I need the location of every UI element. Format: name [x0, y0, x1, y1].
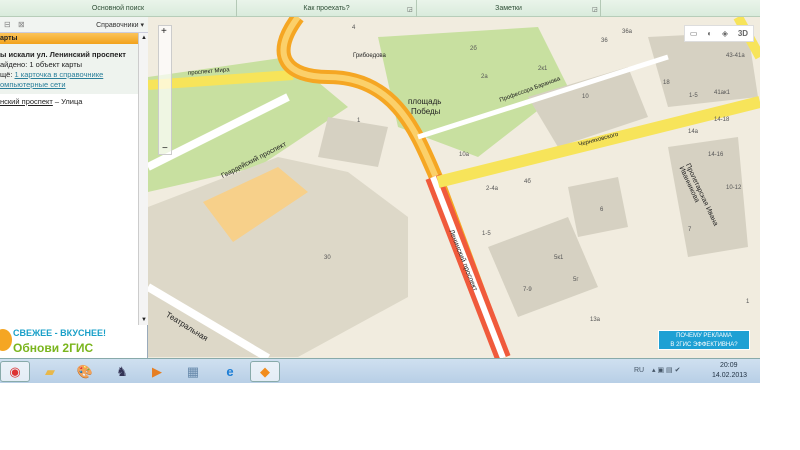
house-number: 43-41а [726, 53, 745, 59]
left-panel: ⊟ ⊠ Справочники ▾ арты ы искали ул. Лени… [0, 17, 148, 358]
language-indicator[interactable]: RU [634, 367, 644, 374]
ad-button-line1: ПОЧЕМУ РЕКЛАМА [676, 333, 732, 339]
group-launcher-icon[interactable]: ◲ [407, 6, 413, 13]
house-number: 2-4а [486, 186, 499, 192]
directories-dropdown[interactable]: Справочники ▾ [96, 21, 144, 29]
house-number: 36а [622, 29, 633, 35]
ad-button-line2: В 2ГИС ЭФФЕКТИВНА? [670, 342, 738, 348]
house-number: 36 [601, 38, 608, 44]
result-item-name[interactable]: нский проспект [0, 97, 53, 106]
house-number: 13а [590, 317, 601, 323]
house-number: 7-9 [523, 287, 532, 293]
square-label: Победы [411, 107, 441, 116]
search-query-text: ы искали ул. Ленинский проспект [0, 50, 126, 59]
result-item[interactable]: нский проспект – Улица [0, 97, 82, 106]
house-number: 14-16 [708, 152, 724, 158]
group-launcher-icon[interactable]: ◲ [592, 6, 598, 13]
house-number: 2к1 [538, 66, 548, 72]
chrome-icon: ◉ [9, 363, 21, 379]
map-canvas [148, 17, 760, 358]
calculator-taskbar-button[interactable]: ▦ [178, 361, 208, 382]
divider [600, 0, 601, 17]
also-label: щё: [0, 70, 15, 79]
scroll-down-icon[interactable]: ▼ [141, 317, 147, 323]
house-number: 18 [663, 80, 670, 86]
house-number: 10-12 [726, 185, 742, 191]
house-number: 14-18 [714, 117, 730, 123]
building [568, 177, 628, 237]
layout-icon[interactable]: ⊟ [4, 20, 11, 29]
house-number: 41ак1 [714, 90, 730, 96]
media-player-icon: ▶ [152, 363, 162, 379]
ad-banner[interactable]: СВЕЖЕЕ - ВКУСНЕЕ! Обнови 2ГИС [0, 325, 147, 358]
ribbon: Основной поиск Как проехать? ◲ Заметки ◲ [0, 0, 760, 17]
search-results-summary: ы искали ул. Ленинский проспект айдено: … [0, 44, 138, 94]
ad-effectiveness-button[interactable]: ПОЧЕМУ РЕКЛАМА В 2ГИС ЭФФЕКТИВНА? [658, 330, 750, 350]
zoom-in-button[interactable]: + [161, 26, 167, 37]
zoom-slider[interactable]: + − [158, 25, 172, 155]
2gis-icon: ◆ [260, 363, 270, 379]
tray-icons[interactable]: ▴ ▣ ▤ ✔ [652, 366, 680, 374]
directory-card-link[interactable]: 1 карточка в справочнике [15, 70, 104, 79]
app-taskbar-button[interactable]: ♞ [107, 361, 137, 382]
results-scrollbar[interactable]: ▲ ▼ [138, 33, 148, 325]
paint-icon: 🎨 [76, 363, 94, 379]
user-app-icon: ♞ [116, 363, 128, 379]
ad-line1: СВЕЖЕЕ - ВКУСНЕЕ! [13, 328, 106, 338]
zoom-out-button[interactable]: − [162, 143, 168, 154]
house-number: 10а [459, 152, 470, 158]
3d-toggle-button[interactable]: 3D [738, 29, 748, 38]
house-number: 1 [357, 118, 361, 124]
explorer-taskbar-button[interactable]: ▰ [35, 361, 65, 382]
folder-icon: ▰ [45, 363, 55, 379]
ribbon-group-route[interactable]: Как проехать? [237, 5, 416, 17]
calculator-icon: ▦ [186, 363, 200, 379]
chrome-taskbar-button[interactable]: ◉ [0, 361, 30, 382]
house-number: 4 [352, 25, 356, 31]
house-number: 2б [470, 46, 477, 52]
orange-slice-icon [0, 329, 12, 351]
building [318, 117, 388, 167]
ad-line2: Обнови 2ГИС [13, 341, 94, 355]
found-count-text: айдено: 1 объект карты [0, 60, 83, 69]
layout-split-icon[interactable]: ⊠ [18, 20, 25, 29]
house-number: 2а [481, 74, 488, 80]
layers-icon[interactable]: ◈ [722, 29, 728, 38]
ruler-icon[interactable]: ▭ [690, 29, 698, 38]
house-number: 10 [582, 94, 589, 100]
map-view[interactable]: проспект Мира Грибоедова Гвардейский про… [148, 17, 760, 358]
house-number: 6 [600, 207, 604, 213]
house-number: 4б [524, 179, 531, 185]
street-label: Грибоедова [353, 53, 386, 59]
ribbon-group-main-search[interactable]: Основной поиск [0, 5, 236, 17]
house-number: 5г [573, 277, 579, 283]
media-player-taskbar-button[interactable]: ▶ [142, 361, 172, 382]
2gis-taskbar-button[interactable]: ◆ [250, 361, 280, 382]
traffic-icon[interactable]: ◐ [707, 29, 712, 38]
building [648, 32, 758, 107]
panel-header: арты [0, 33, 140, 44]
house-number: 14а [688, 129, 699, 135]
ribbon-group-notes[interactable]: Заметки [417, 5, 600, 17]
result-item-type: – Улица [52, 97, 83, 106]
house-number: 30 [324, 255, 331, 261]
internet-explorer-icon: e [226, 364, 234, 379]
clock-time[interactable]: 20:09 [720, 362, 738, 369]
house-number: 1-5 [689, 93, 698, 99]
house-number: 1 [746, 299, 750, 305]
category-link[interactable]: омпьютерные сети [0, 80, 66, 89]
taskbar: ◉ ▰ 🎨 ♞ ▶ ▦ e ◆ RU ▴ ▣ ▤ ✔ 20:09 14.02.2… [0, 358, 760, 383]
scroll-up-icon[interactable]: ▲ [141, 35, 147, 41]
house-number: 5к1 [554, 255, 564, 261]
ie-taskbar-button[interactable]: e [215, 361, 245, 382]
panel-toolbar: ⊟ ⊠ Справочники ▾ [0, 17, 148, 33]
house-number: 1-5 [482, 231, 491, 237]
square-label: площадь [408, 97, 442, 106]
paint-taskbar-button[interactable]: 🎨 [70, 361, 100, 382]
clock-date[interactable]: 14.02.2013 [712, 372, 747, 379]
house-number: 7 [688, 227, 692, 233]
map-toolbar: ▭ ◐ ◈ 3D [684, 25, 754, 42]
